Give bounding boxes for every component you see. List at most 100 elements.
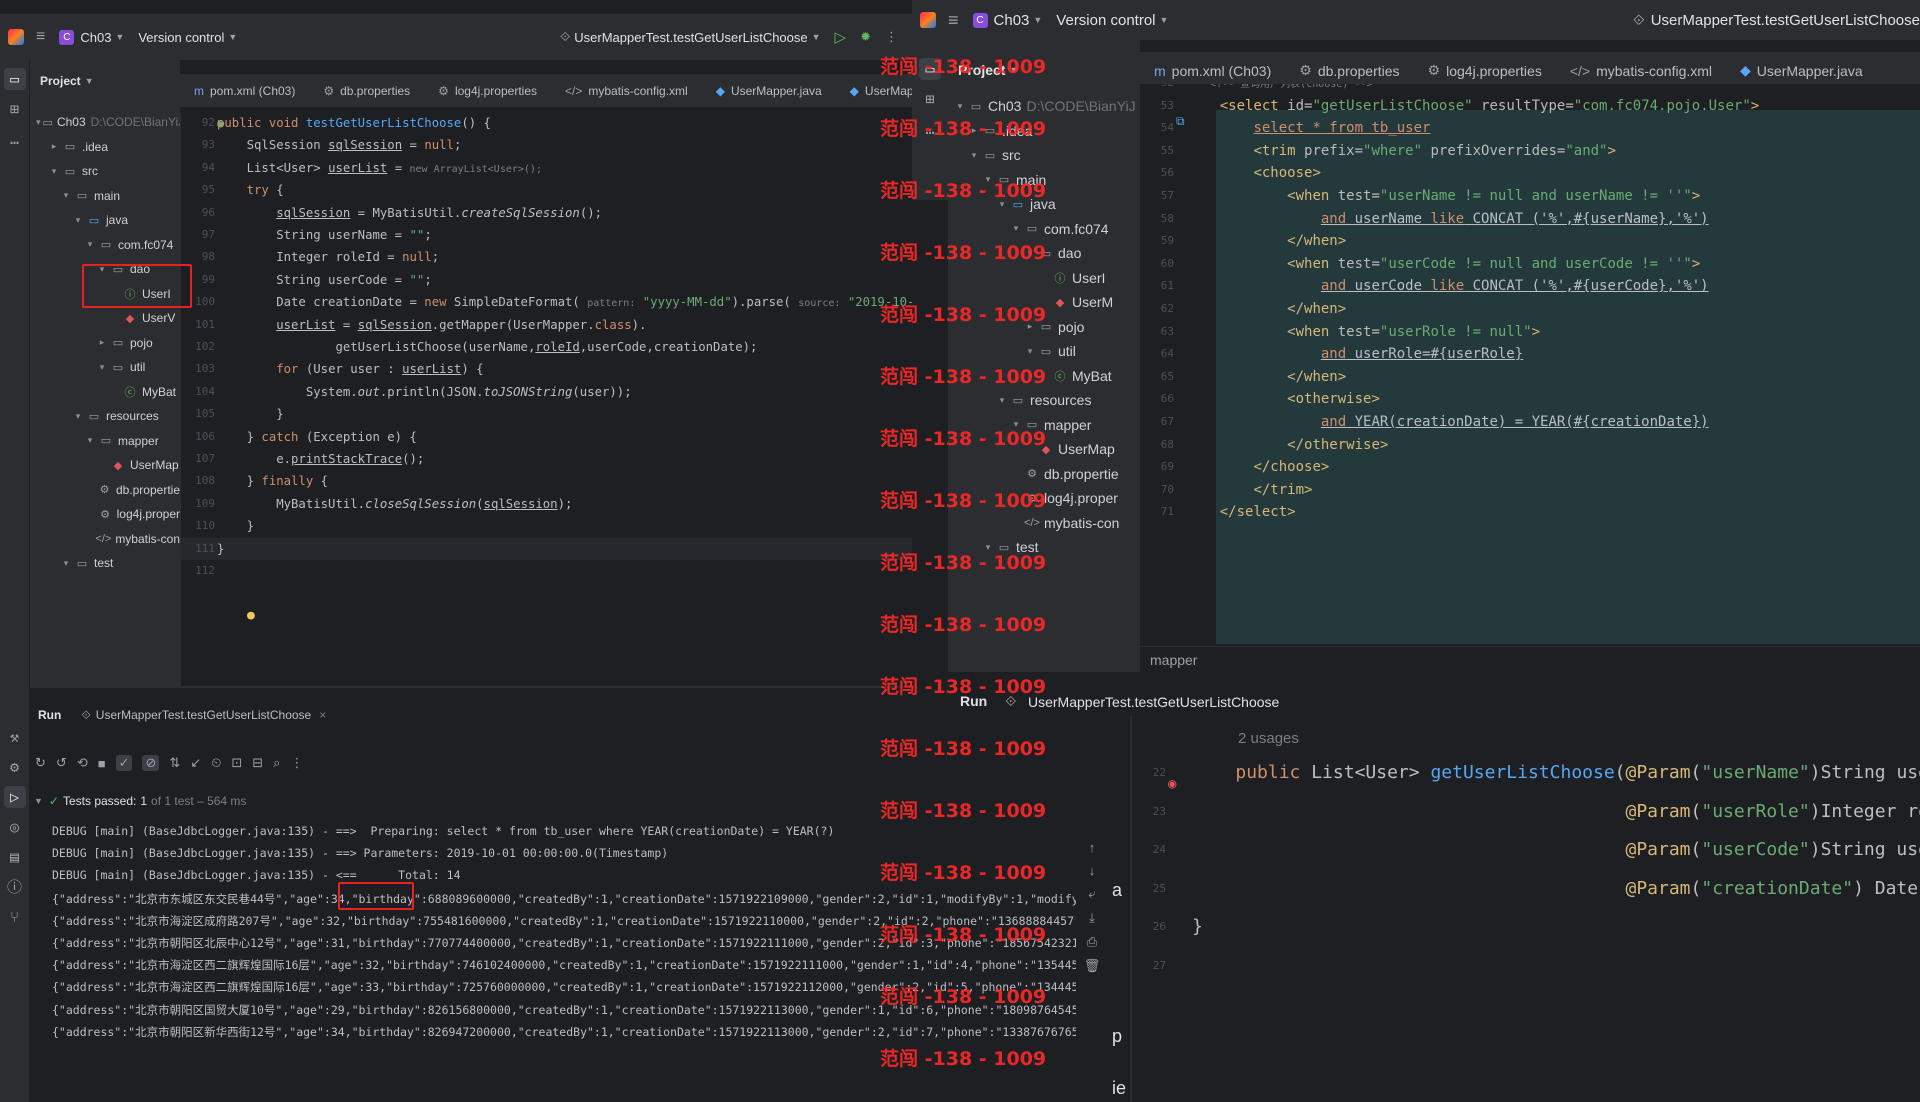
import-icon[interactable]: ⊟ (252, 755, 263, 771)
run-tab[interactable]: Run (38, 708, 61, 722)
tree-item[interactable]: ⓒ MyBat (30, 380, 180, 405)
plugins-tool-icon[interactable]: ⚙ (4, 756, 26, 778)
vcs-menu[interactable]: Version control ▼ (1056, 12, 1168, 29)
code-line[interactable]: 52 <!-- 查询用户列表(choose) --> (1140, 84, 1920, 95)
more-icon[interactable]: ⋮ (290, 755, 303, 771)
run-tool-icon[interactable]: ▷ (3, 786, 26, 808)
editor-tab[interactable]: ⚙ db.properties (309, 74, 424, 107)
code-line[interactable]: 24 @Param("userCode")String userCode, (1132, 831, 1920, 870)
tree-item[interactable]: ◆ UserV (30, 306, 180, 331)
code-line[interactable]: 103 for (User user : userList) { (181, 358, 912, 380)
chevron-icon[interactable]: ▾ (84, 239, 96, 250)
debug-icon[interactable]: ✹ (860, 29, 871, 45)
tree-item[interactable]: ▾ ▭ util (948, 339, 1140, 364)
toggle-auto-test-icon[interactable]: ⟲ (77, 755, 88, 771)
code-line[interactable]: 104 System.out.println(JSON.toJSONString… (181, 381, 912, 403)
code-line[interactable]: 93 SqlSession sqlSession = null; (181, 134, 912, 156)
code-line[interactable]: 70 </trim> (1140, 479, 1920, 502)
collapse-icon[interactable]: ↙ (190, 755, 201, 771)
print-icon[interactable]: ⎙ (1087, 934, 1097, 950)
console-line[interactable]: {"address":"北京市东城区东交民巷44号","age":34,"bir… (52, 891, 1076, 907)
code-line[interactable]: 95 try { (181, 179, 912, 201)
code-line[interactable]: 112 (181, 560, 912, 582)
main-menu-icon[interactable]: ≡ (36, 28, 45, 46)
chevron-icon[interactable]: ▾ (84, 435, 96, 446)
run-icon[interactable]: ▷ (835, 28, 847, 46)
up-icon[interactable]: ↑ (1089, 840, 1096, 855)
code-line[interactable]: 99 String userCode = ""; (181, 269, 912, 291)
chevron-icon[interactable]: ▾ (954, 101, 966, 112)
main-menu-icon[interactable]: ≡ (948, 10, 959, 31)
code-line[interactable]: 62 </when> (1140, 298, 1920, 321)
project-selector[interactable]: C Ch03 ▼ (59, 29, 124, 45)
code-line[interactable]: 109 MyBatisUtil.closeSqlSession(sqlSessi… (181, 493, 912, 515)
code-line[interactable]: 57 <when test="userName != null and user… (1140, 185, 1920, 208)
code-line[interactable]: 26} (1132, 908, 1920, 947)
left-code-editor[interactable]: ◉ ● 92 public void testGetUserListChoose(… (180, 112, 912, 686)
code-line[interactable]: 63 <when test="userRole != null"> (1140, 321, 1920, 344)
tree-item[interactable]: ▾ ▭ src (30, 159, 180, 184)
wrap-icon[interactable]: ⤶ (1088, 886, 1095, 902)
code-line[interactable]: 27 (1132, 947, 1920, 986)
show-passed-icon[interactable]: ✓ (115, 755, 133, 771)
tree-item[interactable]: </> mybatis-con (948, 511, 1140, 536)
code-line[interactable]: 100 Date creationDate = new SimpleDateFo… (181, 291, 912, 313)
code-line[interactable]: 96 sqlSession = MyBatisUtil.createSqlSes… (181, 202, 912, 224)
editor-tab[interactable]: ◆ UserMapper.java (702, 74, 836, 107)
tree-item[interactable]: ▾ ▭ resources (948, 388, 1140, 413)
chevron-icon[interactable]: ▾ (60, 558, 72, 569)
code-line[interactable]: 54 select * from tb_user (1140, 117, 1920, 140)
code-line[interactable]: 94 List<User> userList = new ArrayList<U… (181, 157, 912, 179)
code-line[interactable]: 56 <choose> (1140, 162, 1920, 185)
build-tool-icon[interactable]: ⚒ (4, 726, 26, 748)
code-line[interactable]: 55 <trim prefix="where" prefixOverrides=… (1140, 140, 1920, 163)
chevron-icon[interactable]: ▾ (48, 166, 60, 177)
tree-item[interactable]: ▾ ▭ main (30, 184, 180, 209)
code-line[interactable]: 66 <otherwise> (1140, 388, 1920, 411)
code-line[interactable]: 97 String userName = ""; (181, 224, 912, 246)
rerun-failed-icon[interactable]: ↺ (56, 755, 67, 771)
project-tree-header[interactable]: Project ▼ (30, 66, 180, 96)
tree-item[interactable]: ▾ ▭ mapper (30, 429, 180, 454)
console-line[interactable]: DEBUG [main] (BaseJdbcLogger.java:135) -… (52, 824, 1076, 838)
stop-icon[interactable]: ■ (98, 756, 106, 771)
scroll-end-icon[interactable]: ⤓ (1089, 910, 1095, 926)
code-line[interactable]: 107 e.printStackTrace(); (181, 448, 912, 470)
code-line[interactable]: 92 public void testGetUserListChoose() { (181, 112, 912, 134)
bulb-icon[interactable]: ● (247, 608, 255, 623)
chevron-icon[interactable]: ▾ (60, 190, 72, 201)
code-line[interactable]: 98 Integer roleId = null; (181, 246, 912, 268)
chevron-icon[interactable]: ▸ (48, 141, 60, 152)
structure-tool-icon[interactable]: ⊞ (4, 98, 26, 120)
tree-item[interactable]: ⓘ UserI (948, 266, 1140, 291)
chevron-icon[interactable]: ▾ (996, 395, 1008, 406)
tree-item[interactable]: ◆ UserMap (30, 453, 180, 478)
right-java-editor[interactable]: 2 usages ◉ 22 public List<User> getUserL… (1130, 716, 1920, 1102)
tree-item[interactable]: </> mybatis-con (30, 527, 180, 552)
code-line[interactable]: 108 } finally { (181, 470, 912, 492)
tree-item[interactable]: ▸ ▭ .idea (30, 135, 180, 160)
tree-item[interactable]: ▾ ▭ util (30, 355, 180, 380)
code-line[interactable]: 67 and YEAR(creationDate) = YEAR(#{creat… (1140, 411, 1920, 434)
run-config-tab[interactable]: ⟐ UserMapperTest.testGetUserListChoose × (81, 708, 326, 723)
project-tool-icon[interactable]: ▭ (3, 68, 26, 90)
code-line[interactable]: 23 @Param("userRole")Integer roleId, (1132, 793, 1920, 832)
editor-tab[interactable]: m pom.xml (Ch03) (180, 74, 309, 107)
editor-tab[interactable]: </> mybatis-config.xml (551, 74, 702, 107)
show-ignored-icon[interactable]: ⊘ (142, 755, 160, 771)
run-config-selector[interactable]: ⟐ UserMapperTest.testGetUserListChoose ▼ (560, 29, 821, 45)
rerun-icon[interactable]: ↻ (35, 755, 46, 771)
right-run-config-tab[interactable]: UserMapperTest.testGetUserListChoose (1028, 690, 1288, 714)
tree-item[interactable]: ▾ ▭ com.fc074 (30, 233, 180, 258)
close-icon[interactable]: × (319, 708, 326, 722)
sort-icon[interactable]: ⇅ (169, 755, 180, 771)
code-line[interactable]: 25 @Param("creationDate") Date creationD… (1132, 870, 1920, 909)
chevron-icon[interactable]: ▾ (36, 117, 41, 128)
chevron-icon[interactable]: ▾ (968, 150, 980, 161)
code-line[interactable]: 102 getUserListChoose(userName,roleId,us… (181, 336, 912, 358)
code-line[interactable]: 58 and userName like CONCAT ('%',#{userN… (1140, 208, 1920, 231)
chevron-icon[interactable]: ▾ (72, 411, 84, 422)
structure-tool-icon[interactable]: ⊞ (919, 88, 941, 110)
chevron-icon[interactable]: ▸ (96, 337, 108, 348)
chevron-icon[interactable]: ▾ (1010, 223, 1022, 234)
